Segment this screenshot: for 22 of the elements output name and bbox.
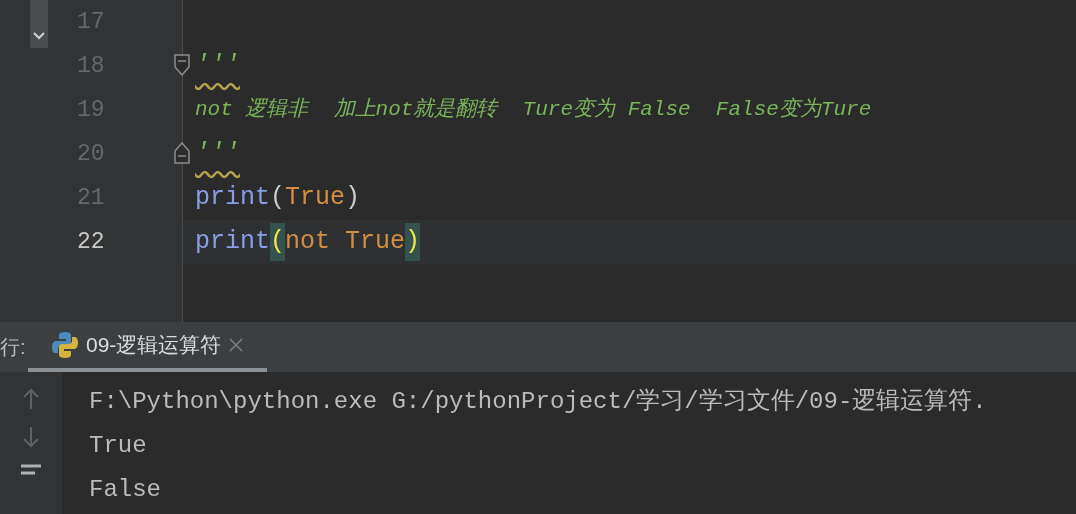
code-text: print	[195, 182, 270, 215]
code-text: True	[285, 182, 346, 215]
docstring-text: not 逻辑非 加上not就是翻转 Ture变为 False False变为Ture	[195, 96, 872, 124]
bracket: (	[270, 223, 286, 261]
docstring-text: '''	[195, 138, 240, 171]
chevron-down-icon	[33, 32, 45, 40]
code-text: print	[195, 226, 270, 259]
close-icon[interactable]	[229, 338, 244, 352]
bracket: )	[405, 223, 421, 261]
console-line: True	[89, 431, 148, 461]
console-line: False	[89, 475, 162, 505]
fold-icon[interactable]	[173, 54, 191, 76]
code-text: not True	[285, 226, 406, 259]
scroll-thumb[interactable]	[30, 0, 48, 48]
bracket: (	[270, 182, 286, 215]
line-number: 22	[77, 227, 105, 257]
python-logo-icon	[52, 331, 78, 359]
fold-icon[interactable]	[173, 142, 191, 164]
console-line: F:\Python\python.exe G:/pythonProject/学习/学习文件/09-逻辑运算符.	[89, 387, 987, 417]
docstring-text: '''	[195, 50, 240, 83]
panel-label: 行:	[0, 335, 27, 360]
bracket: )	[345, 182, 361, 215]
